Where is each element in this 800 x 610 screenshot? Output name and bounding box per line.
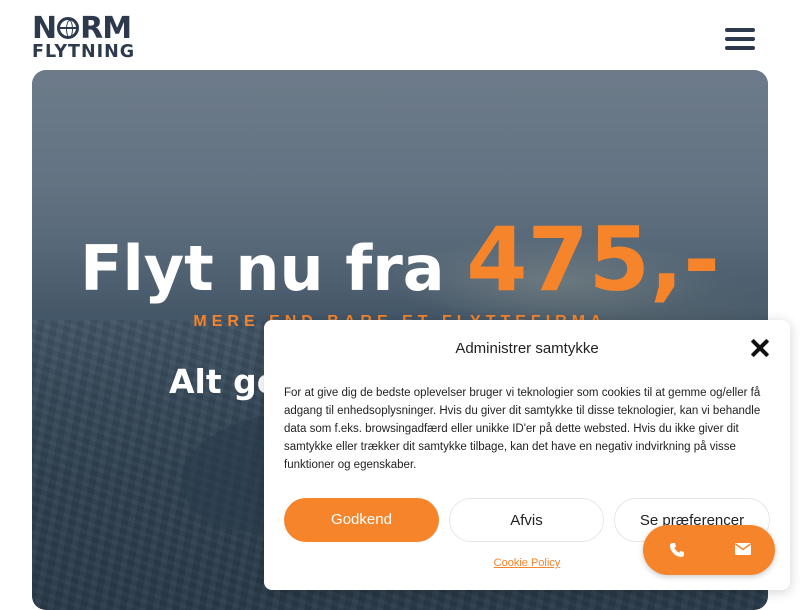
headline-price: 475,- <box>466 208 720 311</box>
consent-description: For at give dig de bedste oplevelser bru… <box>284 387 761 471</box>
contact-bar <box>643 525 775 575</box>
logo-wordmark-top: N RM <box>32 11 132 46</box>
globe-icon <box>57 17 80 39</box>
hamburger-icon[interactable] <box>725 28 755 50</box>
deny-button[interactable]: Afvis <box>449 498 604 542</box>
site-header: N RM FLYTNING <box>0 0 800 70</box>
phone-icon <box>670 543 684 557</box>
hero-headline: Flyt nu fra 475,- <box>32 215 768 314</box>
headline-prefix: Flyt nu fra <box>80 232 445 305</box>
mail-icon <box>735 543 751 555</box>
accept-button[interactable]: Godkend <box>284 498 439 542</box>
mail-button[interactable] <box>713 525 773 575</box>
close-icon[interactable] <box>750 338 770 358</box>
consent-title: Administrer samtykke <box>455 340 599 357</box>
phone-button[interactable] <box>647 525 707 575</box>
logo-wordmark-bottom: FLYTNING <box>32 42 136 62</box>
norm-flytning-logo[interactable]: N RM FLYTNING <box>32 14 157 62</box>
hero-subline: Alt go <box>169 362 280 401</box>
